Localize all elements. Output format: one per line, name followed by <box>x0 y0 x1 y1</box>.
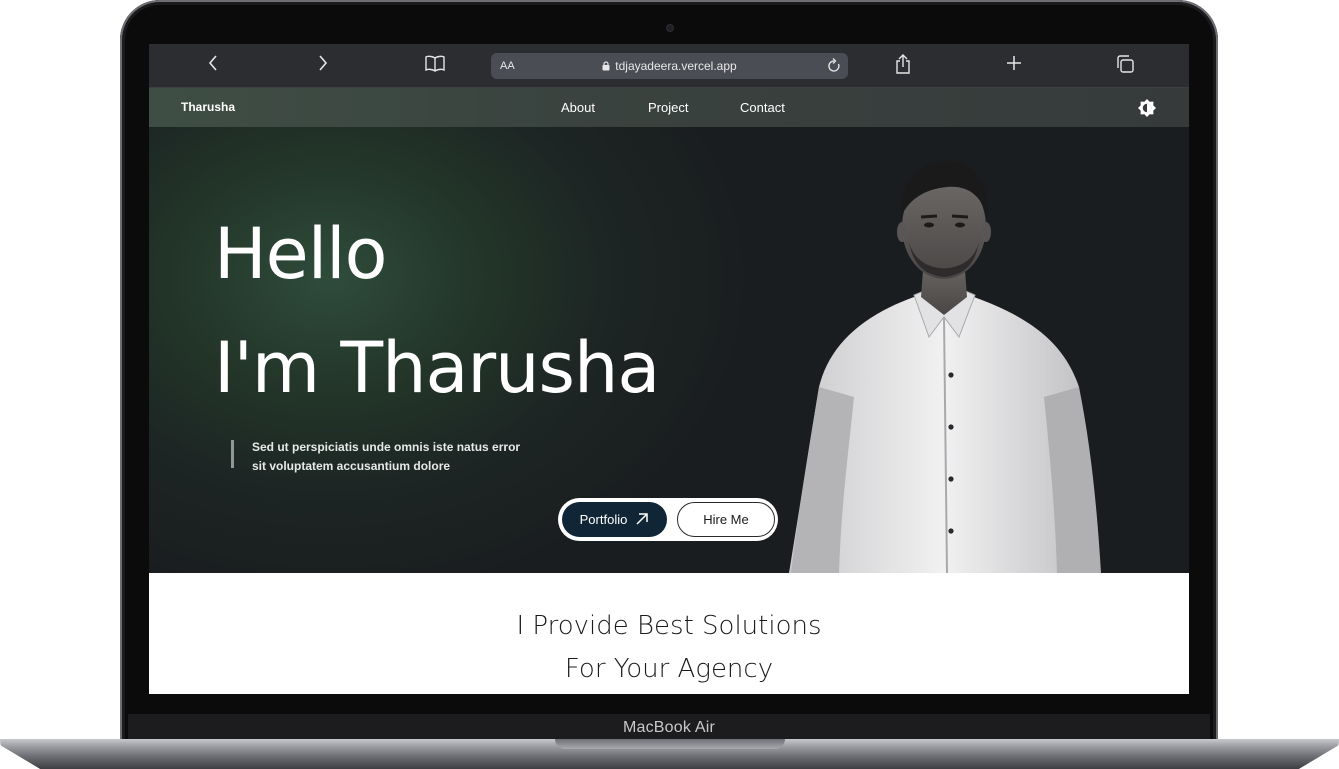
share-button[interactable] <box>889 52 917 78</box>
tabs-icon <box>1117 55 1134 73</box>
url-text: tdjayadeera.vercel.app <box>615 59 737 73</box>
url-display: tdjayadeera.vercel.app <box>491 53 848 79</box>
book-icon <box>425 55 445 72</box>
theme-toggle-icon[interactable] <box>1137 98 1157 118</box>
hire-me-button[interactable]: Hire Me <box>677 502 775 537</box>
tabs-overview-button[interactable] <box>1111 52 1139 78</box>
nav-link-contact[interactable]: Contact <box>740 88 785 127</box>
solutions-section: I Provide Best Solutions For Your Agency <box>149 573 1189 694</box>
address-bar[interactable]: AA tdjayadeera.vercel.app <box>491 53 848 79</box>
new-tab-button[interactable] <box>1000 52 1028 78</box>
back-button[interactable] <box>199 52 227 78</box>
device-label: MacBook Air <box>128 714 1210 742</box>
hero-subtitle: Sed ut perspiciatis unde omnis iste natu… <box>252 438 552 476</box>
hero-section: Hello I'm Tharusha Sed ut perspiciatis u… <box>149 127 1189 573</box>
hero-intro: I'm Tharusha <box>214 327 660 409</box>
profile-photo <box>789 160 1101 573</box>
forward-button[interactable] <box>309 52 337 78</box>
site-logo[interactable]: Tharusha <box>181 88 235 127</box>
hero-subtitle-line2: sit voluptatem accusantium dolore <box>252 459 451 473</box>
portfolio-button-label: Portfolio <box>579 512 628 527</box>
nav-link-project[interactable]: Project <box>648 88 688 127</box>
nav-link-about[interactable]: About <box>561 88 595 127</box>
hero-subtitle-line1: Sed ut perspiciatis unde omnis iste natu… <box>252 440 521 454</box>
solutions-heading-line2: For Your Agency <box>564 654 774 684</box>
laptop-screen: AA tdjayadeera.vercel.app Tharusha About… <box>149 44 1189 694</box>
lock-icon <box>602 61 610 71</box>
camera-icon <box>667 25 673 31</box>
laptop-hinge-notch <box>555 739 785 749</box>
hero-greeting: Hello <box>214 213 387 295</box>
quote-bar <box>231 440 234 468</box>
share-icon <box>896 54 910 74</box>
solutions-heading-line1: I Provide Best Solutions <box>516 611 822 641</box>
browser-toolbar: AA tdjayadeera.vercel.app <box>149 44 1189 88</box>
plus-icon <box>1007 56 1021 70</box>
reload-icon[interactable] <box>826 57 842 75</box>
arrow-up-right-icon <box>636 513 649 525</box>
chevron-right-icon <box>319 55 328 71</box>
site-navbar: Tharusha About Project Contact <box>149 88 1189 127</box>
hero-button-group: Portfolio Hire Me <box>558 498 778 541</box>
reader-button[interactable] <box>421 52 449 78</box>
chevron-left-icon <box>208 55 217 71</box>
portfolio-button[interactable]: Portfolio <box>562 502 667 537</box>
